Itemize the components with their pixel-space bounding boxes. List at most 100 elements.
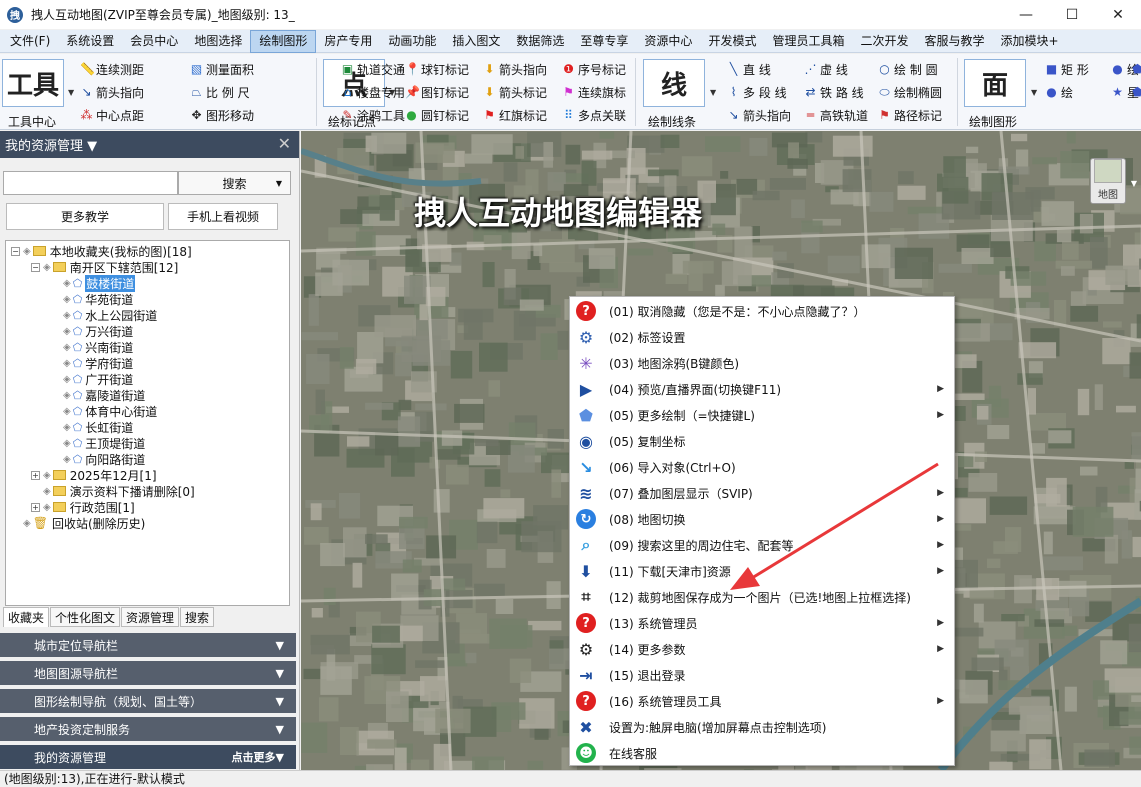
menu-item[interactable]: 插入图文 (444, 30, 508, 53)
toolbar-item[interactable]: ⁂ 中心点距 (80, 106, 145, 124)
context-menu-item[interactable]: ? (16) 系统管理员工具 ▶ (570, 688, 954, 714)
panel-tab[interactable]: 搜索 (180, 607, 215, 627)
nav-bar[interactable]: 地图图源导航栏 ▼ (0, 661, 296, 685)
tree-toggle-icon[interactable]: + (31, 502, 40, 512)
tree-item[interactable]: ◈ ⬠ 体育中心街道 (51, 403, 157, 419)
toolbar-item[interactable]: ⌇ 多 段 线 (727, 83, 787, 101)
eye-icon[interactable]: ◈ (63, 326, 71, 337)
tree-item[interactable]: ◈ ⬠ 兴南街道 (51, 339, 133, 355)
eye-icon[interactable]: ◈ (23, 246, 31, 257)
menu-item[interactable]: 数据筛选 (508, 30, 572, 53)
area-draw-button[interactable]: 面 (964, 59, 1026, 107)
menu-item[interactable]: 资源中心 (636, 30, 700, 53)
context-menu-item[interactable]: ⚙ (02) 标签设置 (570, 324, 954, 350)
area-draw-dropdown-icon[interactable]: ▼ (1031, 88, 1037, 97)
toolbar-item[interactable]: ○ 绘 制 圆 (878, 60, 937, 78)
eye-icon[interactable]: ◈ (63, 374, 71, 385)
toolbar-item[interactable]: ■ 矩 形 (1045, 60, 1089, 78)
dropdown-triangle-icon[interactable]: ▼ (276, 695, 284, 708)
tree-toggle-icon[interactable]: + (31, 470, 40, 480)
toolbar-item[interactable]: ⚑ 红旗标记 (483, 106, 547, 124)
tree-item[interactable]: ◈ ⬠ 鼓楼街道 (51, 274, 136, 292)
menu-item[interactable]: 开发模式 (700, 30, 764, 53)
toolbar-item[interactable]: ⬇ 箭头标记 (483, 83, 547, 101)
toolbar-item[interactable]: ✎ 涂鸦工具 (341, 106, 405, 124)
tree-folder[interactable]: + ◈ 行政范围[1] (31, 499, 135, 515)
menu-item[interactable]: 地图选择 (186, 30, 250, 53)
nav-bar[interactable]: 图形绘制导航（规划、国土等） ▼ (0, 689, 296, 713)
tree-item[interactable]: ◈ ⬠ 万兴街道 (51, 323, 133, 339)
toolbar-item[interactable]: ⠿ 多点关联 (562, 106, 626, 124)
menu-item[interactable]: 系统设置 (58, 30, 122, 53)
eye-icon[interactable]: ◈ (43, 262, 51, 273)
menu-item[interactable]: 文件(F) (2, 30, 58, 53)
eye-icon[interactable]: ◈ (63, 406, 71, 417)
menu-item[interactable]: 添加模块+ (993, 30, 1067, 53)
menu-item[interactable]: 至尊专享 (572, 30, 636, 53)
panel-header[interactable]: 我的资源管理 ▼ ✕ (0, 131, 299, 158)
toolbar-item[interactable]: ❶ 序号标记 (562, 60, 626, 78)
context-menu-item[interactable]: ? (01) 取消隐藏（您是不是：不小心点隐藏了？） (570, 298, 954, 324)
toolbar-item[interactable]: ✥ 图形移动 (190, 106, 254, 124)
eye-icon[interactable]: ◈ (63, 422, 71, 433)
eye-icon[interactable]: ◈ (43, 502, 51, 513)
toolbar-item[interactable]: ⋰ 虚 线 (804, 60, 848, 78)
menu-item[interactable]: 会员中心 (122, 30, 186, 53)
context-menu-item[interactable]: ⌗ (12) 裁剪地图保存成为一个图片（已选!地图上拉框选择) (570, 584, 954, 610)
toolbar-item[interactable]: 📌 图钉标记 (405, 83, 469, 101)
toolbar-item[interactable]: ⌂ 楼盘专用 (341, 83, 405, 101)
context-menu-item[interactable]: ⬇ (11) 下载[天津市]资源 ▶ (570, 558, 954, 584)
eye-icon[interactable]: ◈ (23, 518, 31, 529)
eye-icon[interactable]: ◈ (63, 438, 71, 449)
context-menu-item[interactable]: ⬟ (05) 更多绘制（=快捷键L) ▶ (570, 402, 954, 428)
eye-icon[interactable]: ◈ (63, 294, 71, 305)
toolbar-item[interactable]: ▣ 轨道交通 (341, 60, 405, 78)
dropdown-triangle-icon[interactable]: ▼ (276, 639, 284, 652)
tree-item[interactable]: ◈ ⬠ 华苑街道 (51, 291, 133, 307)
context-menu-item[interactable]: ↘ (06) 导入对象(Ctrl+O) (570, 454, 954, 480)
nav-bar[interactable]: 地产投资定制服务 ▼ (0, 717, 296, 741)
context-menu-item[interactable]: ◉ (05) 复制坐标 (570, 428, 954, 454)
toolbar-item[interactable]: ═ 高铁轨道 (804, 106, 868, 124)
eye-icon[interactable]: ◈ (63, 358, 71, 369)
eye-icon[interactable]: ◈ (63, 278, 71, 289)
eye-icon[interactable]: ◈ (43, 470, 51, 481)
menu-item[interactable]: 动画功能 (380, 30, 444, 53)
tree-item[interactable]: ◈ ⬠ 嘉陵道街道 (51, 387, 145, 403)
tree-folder[interactable]: ◈ 演示资料下播请删除[0] (31, 483, 195, 499)
tool-center-button[interactable]: 工具 (2, 59, 64, 107)
panel-tab[interactable]: 收藏夹 (3, 607, 50, 627)
context-menu-item[interactable]: ✖ 设置为:触屏电脑(增加屏幕点击控制选项) (570, 714, 954, 740)
tree-folder[interactable]: + ◈ 2025年12月[1] (31, 467, 157, 483)
toolbar-item[interactable]: 📏 连续测距 (80, 60, 144, 78)
menu-item[interactable]: 管理员工具箱 (764, 30, 852, 53)
tree-toggle-icon[interactable]: − (31, 262, 40, 272)
more-tutorials-button[interactable]: 更多教学 (6, 203, 164, 230)
line-draw-button[interactable]: 线 (643, 59, 705, 107)
tree-item[interactable]: ◈ ⬠ 学府街道 (51, 355, 133, 371)
dropdown-triangle-icon[interactable]: ▼ (276, 667, 284, 680)
search-dropdown-icon[interactable]: ▼ (276, 179, 282, 188)
map-layer-dropdown-icon[interactable]: ▼ (1131, 179, 1137, 188)
context-menu-item[interactable]: ▶ (04) 预览/直播界面(切换键F11) ▶ (570, 376, 954, 402)
context-menu-item[interactable]: ⇥ (15) 退出登录 (570, 662, 954, 688)
toolbar-item[interactable]: ⬇ 箭头指向 (483, 60, 547, 78)
nav-more-link[interactable]: 点击更多▼ (232, 749, 284, 765)
context-menu-item[interactable]: ☻ 在线客服 (570, 740, 954, 766)
toolbar-item[interactable]: ⬟多边形 (1131, 60, 1141, 78)
toolbar-item[interactable]: ╲ 直 线 (727, 60, 771, 78)
tree-item[interactable]: ◈ ⬠ 广开街道 (51, 371, 133, 387)
context-menu-item[interactable]: ? (13) 系统管理员 ▶ (570, 610, 954, 636)
context-menu-item[interactable]: ≋ (07) 叠加图层显示（SVIP) ▶ (570, 480, 954, 506)
close-button[interactable]: ✕ (1095, 0, 1141, 29)
toolbar-item[interactable]: ● 绘 (1045, 83, 1073, 101)
context-menu-item[interactable]: ⚙ (14) 更多参数 ▶ (570, 636, 954, 662)
menu-item[interactable]: 房产专用 (316, 30, 380, 53)
tree-item[interactable]: ◈ ⬠ 水上公园街道 (51, 307, 157, 323)
tree-item[interactable]: ◈ ⬠ 向阳路街道 (51, 451, 145, 467)
search-input[interactable] (3, 171, 178, 195)
toolbar-item[interactable]: 📍 球钉标记 (405, 60, 469, 78)
menu-item[interactable]: 绘制图形 (250, 29, 317, 53)
toolbar-item[interactable]: ▧ 测量面积 (190, 60, 254, 78)
toolbar-item[interactable]: ⚑ 连续旗标 (562, 83, 626, 101)
